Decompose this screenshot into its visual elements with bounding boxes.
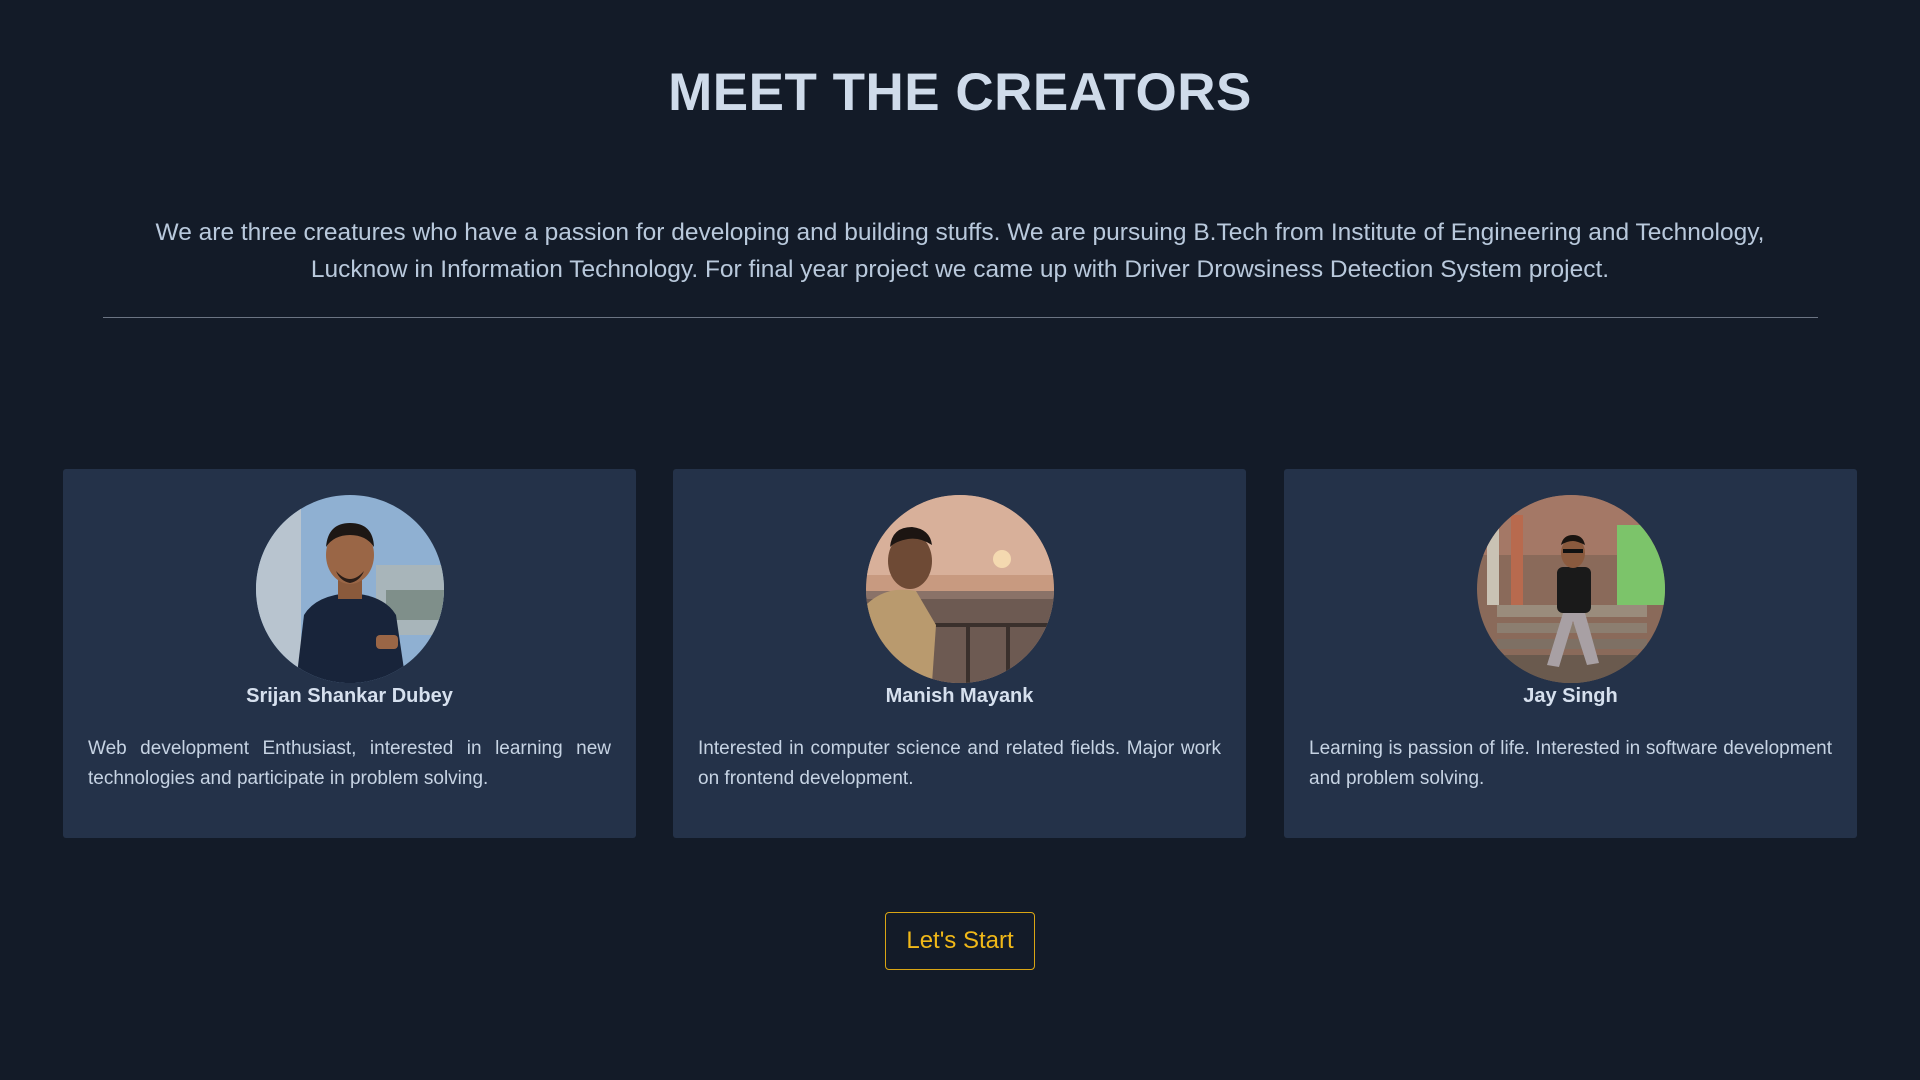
portrait-photo-2 (865, 495, 1054, 683)
lets-start-button[interactable]: Let's Start (885, 912, 1035, 970)
creator-card: Srijan Shankar Dubey Web development Ent… (63, 469, 636, 838)
portrait-photo-1 (255, 495, 444, 683)
section-divider (103, 317, 1818, 318)
creator-bio: Web development Enthusiast, interested i… (88, 738, 611, 789)
creator-bio: Interested in computer science and relat… (698, 738, 1221, 789)
creator-photo (255, 495, 444, 683)
creator-name: Manish Mayank (885, 685, 1034, 707)
creator-bio: Learning is passion of life. Interested … (1309, 738, 1832, 789)
creator-photo (865, 495, 1054, 683)
creator-photo (1476, 495, 1665, 683)
creator-card: Manish Mayank Interested in computer sci… (673, 469, 1246, 838)
page-title: MEET THE CREATORS (668, 63, 1252, 122)
creators-page: MEET THE CREATORS We are three creatures… (0, 0, 1920, 1080)
intro-text: We are three creatures who have a passio… (155, 219, 1765, 283)
creator-name: Srijan Shankar Dubey (246, 685, 453, 707)
creator-name: Jay Singh (1523, 685, 1618, 707)
creator-cards: Srijan Shankar Dubey Web development Ent… (63, 469, 1858, 838)
portrait-photo-3 (1476, 495, 1665, 683)
creator-card: Jay Singh Learning is passion of life. I… (1284, 469, 1857, 838)
